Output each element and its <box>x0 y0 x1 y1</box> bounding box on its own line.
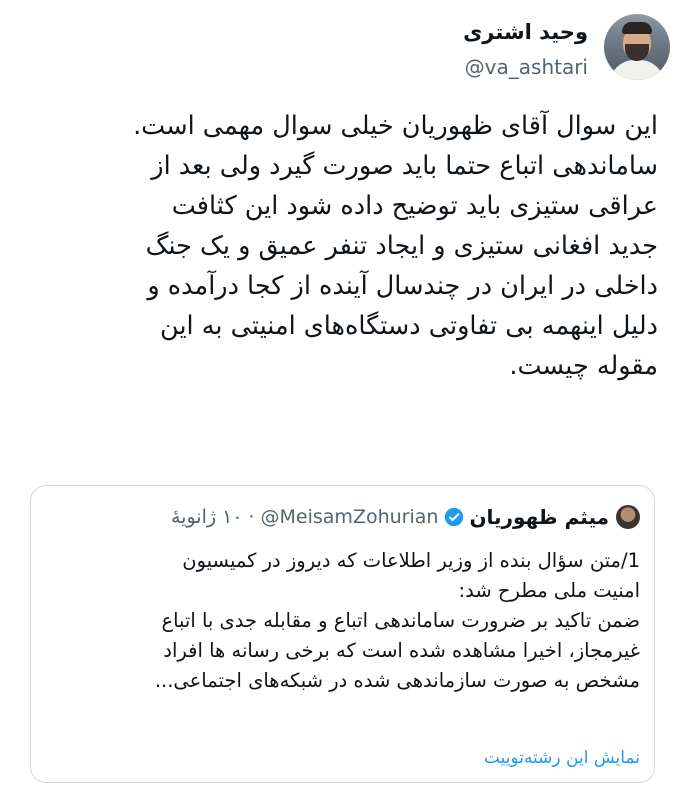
avatar-body <box>610 60 664 80</box>
quoted-line: 1/متن سؤال بنده از وزیر اطلاعات که دیروز… <box>182 549 640 572</box>
show-thread-link[interactable]: نمایش این رشته‌توییت <box>484 748 640 768</box>
tweet-line: عراقی ستیزی باید توضیح داده شود این کثاف… <box>171 191 658 221</box>
author-name[interactable]: وحید اشتری <box>463 18 588 46</box>
author-block[interactable]: وحید اشتری @va_ashtari <box>463 18 588 82</box>
quoted-tweet-date[interactable]: ۱۰ ژانویهٔ <box>171 506 243 528</box>
tweet-line: این سوال آقای ظهوریان خیلی سوال مهمی است… <box>133 111 658 141</box>
tweet-line: جدید افغانی ستیزی و ایجاد تنفر عمیق و یک… <box>145 231 658 261</box>
tweet-line: ساماندهی اتباع حتما باید صورت گیرد ولی ب… <box>151 151 658 181</box>
quoted-line: غیرمجاز، اخیرا مشاهده شده است که برخی رس… <box>163 639 640 662</box>
author-avatar[interactable] <box>604 14 670 80</box>
quoted-line: ضمن تاکید بر ضرورت ساماندهی اتباع و مقاب… <box>161 609 640 632</box>
verified-badge-icon <box>445 507 464 527</box>
tweet-text: این سوال آقای ظهوریان خیلی سوال مهمی است… <box>30 106 658 386</box>
avatar-beard <box>625 44 649 61</box>
quoted-tweet-card[interactable]: میثم ظهوریان @MeisamZohurian · ۱۰ ژانویه… <box>30 485 655 783</box>
tweet-line: دلیل اینهمه بی تفاوتی دستگاه‌های امنیتی … <box>160 311 658 341</box>
tweet-line: مقوله چیست. <box>509 351 658 381</box>
quoted-author-name[interactable]: میثم ظهوریان <box>469 505 609 529</box>
tweet-line: داخلی در ایران در چندسال آینده از کجا در… <box>147 271 658 301</box>
quoted-line: امنیت ملی مطرح شد: <box>458 579 640 602</box>
author-handle[interactable]: @va_ashtari <box>463 52 588 82</box>
quoted-author-handle[interactable]: @MeisamZohurian <box>261 506 439 528</box>
quoted-tweet-header: میثم ظهوریان @MeisamZohurian · ۱۰ ژانویه… <box>45 502 640 532</box>
quoted-line: مشخص به صورت سازماندهی شده در شبکه‌های ا… <box>154 669 640 692</box>
quoted-tweet-text: 1/متن سؤال بنده از وزیر اطلاعات که دیروز… <box>43 546 640 696</box>
separator-dot: · <box>248 506 255 528</box>
quoted-author-avatar[interactable] <box>616 505 640 529</box>
avatar-hair <box>622 22 652 34</box>
